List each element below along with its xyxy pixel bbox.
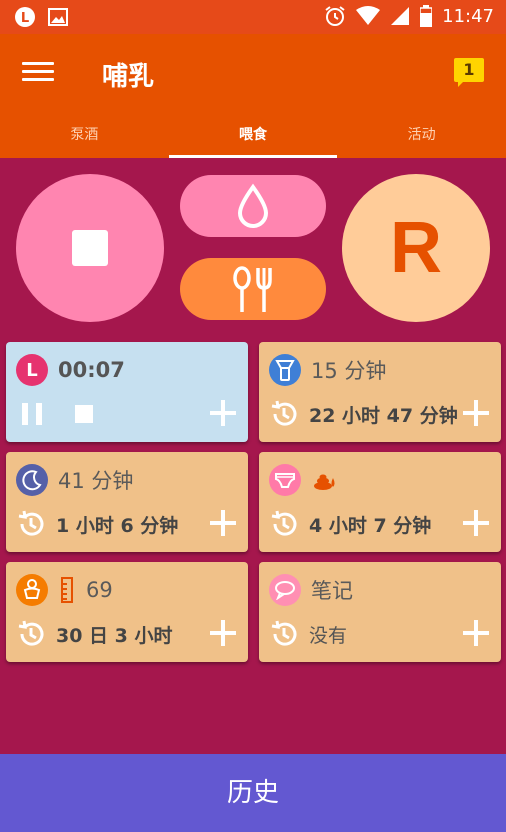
notification-count: 1	[454, 58, 484, 82]
history-icon	[271, 620, 297, 646]
sleep-duration: 41 分钟	[58, 469, 134, 493]
time-since-sleep: 1 小时 6 分钟	[56, 514, 179, 537]
baby-icon	[16, 574, 48, 606]
growth-value: 69	[86, 578, 113, 602]
tab-bar: 泵酒 喂食 活动	[0, 116, 506, 158]
time-since-pumping: 22 小时 47 分钟	[309, 404, 458, 427]
clock: 11:47	[442, 5, 494, 27]
history-icon	[271, 510, 297, 536]
add-button[interactable]	[208, 618, 238, 648]
spoon-fork-icon	[233, 266, 272, 312]
pumping-card[interactable]: 15 分钟 22 小时 47 分钟	[259, 342, 501, 442]
add-button[interactable]	[461, 398, 491, 428]
notification-button[interactable]: 1	[454, 58, 486, 88]
time-since-note: 没有	[309, 624, 348, 647]
bottle-button[interactable]	[180, 175, 326, 237]
moon-icon	[16, 464, 48, 496]
pause-icon[interactable]	[16, 398, 48, 430]
image-icon	[48, 8, 68, 26]
time-since-diaper: 4 小时 7 分钟	[309, 514, 432, 537]
page-title: 哺乳	[102, 62, 155, 92]
poop-icon	[314, 474, 335, 490]
menu-button[interactable]	[22, 62, 54, 88]
alarm-icon	[325, 6, 345, 26]
add-button[interactable]	[461, 618, 491, 648]
diaper-icon	[269, 464, 301, 496]
pump-icon	[269, 354, 301, 386]
growth-card[interactable]: 69 30 日 3 小时	[6, 562, 248, 662]
stop-icon	[72, 230, 108, 266]
tab-feeding[interactable]: 喂食	[168, 116, 338, 158]
tab-pumping[interactable]: 泵酒	[0, 116, 169, 158]
drop-icon	[237, 183, 269, 228]
add-button[interactable]	[461, 508, 491, 538]
tab-activity[interactable]: 活动	[337, 116, 506, 158]
history-icon	[18, 510, 44, 536]
stop-icon[interactable]	[68, 398, 100, 430]
battery-icon	[420, 5, 433, 27]
svg-text:L: L	[21, 11, 29, 26]
add-button[interactable]	[208, 398, 238, 428]
menu-icon	[22, 62, 54, 65]
stop-left-button[interactable]	[16, 174, 164, 322]
solid-food-button[interactable]	[180, 258, 326, 320]
l-badge-icon: L	[16, 354, 48, 386]
sleep-card[interactable]: 41 分钟 1 小时 6 分钟	[6, 452, 248, 552]
notes-card[interactable]: 笔记 没有	[259, 562, 501, 662]
diaper-card[interactable]: 4 小时 7 分钟	[259, 452, 501, 552]
add-button[interactable]	[208, 508, 238, 538]
speech-icon	[269, 574, 301, 606]
timer-value: 00:07	[58, 358, 125, 382]
l-badge-icon: L	[15, 7, 35, 27]
ruler-icon	[61, 577, 73, 603]
notes-title: 笔记	[311, 579, 353, 603]
history-icon	[18, 620, 44, 646]
status-bar: L 11:47	[0, 0, 506, 34]
notification-icon	[458, 80, 465, 87]
history-button[interactable]: 历史	[0, 754, 506, 832]
pumping-duration: 15 分钟	[311, 359, 387, 383]
signal-icon	[391, 7, 410, 25]
wifi-icon	[356, 6, 381, 25]
history-icon	[271, 400, 297, 426]
app-bar: 哺乳 1 泵酒 喂食 活动	[0, 34, 506, 158]
right-side-button[interactable]: R	[342, 174, 490, 322]
time-since-growth: 30 日 3 小时	[56, 624, 173, 647]
breastfeeding-card[interactable]: L 00:07	[6, 342, 248, 442]
